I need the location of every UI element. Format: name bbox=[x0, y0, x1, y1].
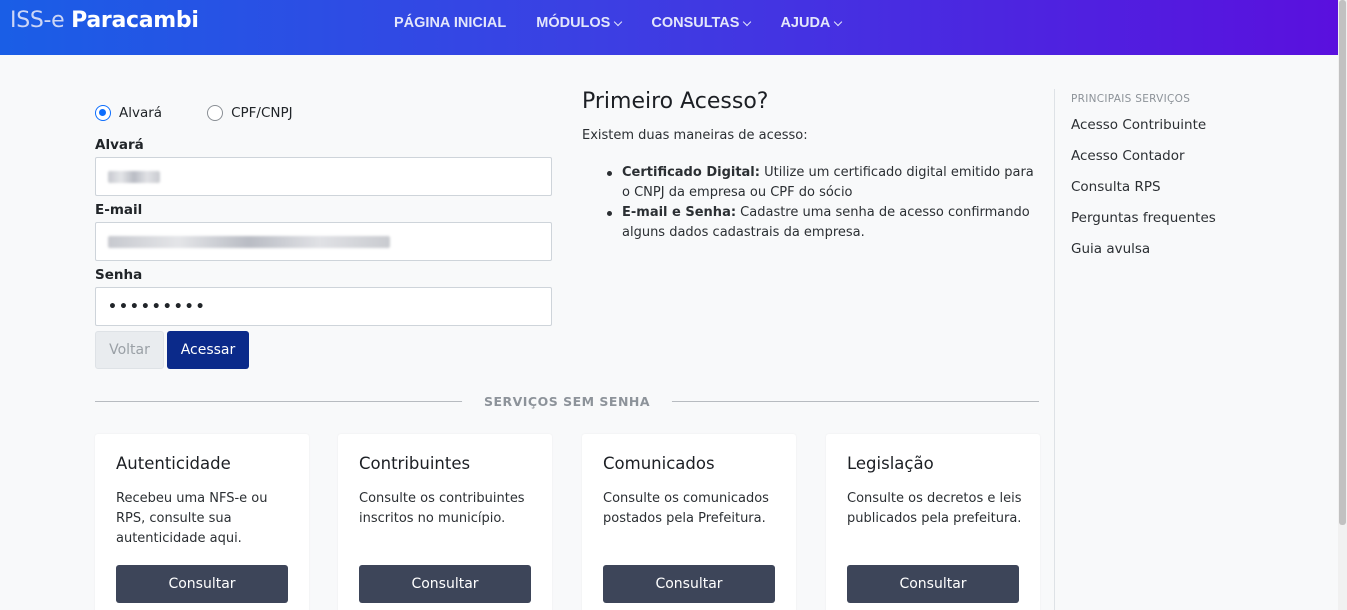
email-label: E-mail bbox=[95, 202, 143, 218]
card-title: Autenticidade bbox=[116, 454, 231, 473]
consultar-autenticidade-button[interactable]: Consultar bbox=[116, 565, 288, 603]
consultar-contribuintes-button[interactable]: Consultar bbox=[359, 565, 531, 603]
chevron-down-icon bbox=[834, 17, 843, 26]
primeiro-acesso-title: Primeiro Acesso? bbox=[582, 89, 769, 114]
main-nav: PÁGINA INICIAL MÓDULOS CONSULTAS AJUDA bbox=[394, 15, 871, 31]
card-legislacao: Legislação Consulte os decretos e leis p… bbox=[826, 434, 1040, 610]
brand-prefix: ISS-e bbox=[10, 8, 65, 33]
password-mask: ••••••••• bbox=[108, 298, 207, 315]
voltar-button[interactable]: Voltar bbox=[95, 331, 164, 369]
services-sidebar: PRINCIPAIS SERVIÇOS Acesso Contribuinte … bbox=[1054, 89, 1338, 610]
nav-label: CONSULTAS bbox=[651, 15, 740, 31]
sidebar-item-acesso-contribuinte[interactable]: Acesso Contribuinte bbox=[1071, 117, 1338, 136]
card-text: Consulte os decretos e leis publicados p… bbox=[847, 491, 1022, 526]
sidebar-title: PRINCIPAIS SERVIÇOS bbox=[1071, 93, 1191, 105]
radio-cpf-cnpj[interactable]: CPF/CNPJ bbox=[207, 105, 293, 121]
card-text: Consulte os comunicados postados pela Pr… bbox=[603, 491, 769, 526]
nav-modulos[interactable]: MÓDULOS bbox=[536, 15, 623, 31]
scrollbar-thumb[interactable] bbox=[1339, 0, 1346, 525]
top-navbar: ISS-e Paracambi PÁGINA INICIAL MÓDULOS C… bbox=[0, 0, 1338, 55]
primeiro-acesso-intro: Existem duas maneiras de acesso: bbox=[582, 128, 808, 143]
radio-checked-icon bbox=[95, 105, 111, 121]
sidebar-item-consulta-rps[interactable]: Consulta RPS bbox=[1071, 179, 1338, 198]
method-name: Certificado Digital: bbox=[622, 165, 760, 180]
email-input[interactable] bbox=[95, 222, 552, 261]
nav-ajuda[interactable]: AJUDA bbox=[780, 15, 843, 31]
consultar-comunicados-button[interactable]: Consultar bbox=[603, 565, 775, 603]
card-title: Legislação bbox=[847, 454, 934, 473]
access-methods-list: Certificado Digital: Utilize um certific… bbox=[604, 163, 1034, 243]
card-text: Recebeu uma NFS-e ou RPS, consulte sua a… bbox=[116, 491, 268, 546]
card-text: Consulte os contribuintes inscritos no m… bbox=[359, 491, 525, 526]
list-item: E-mail e Senha: Cadastre uma senha de ac… bbox=[604, 203, 1034, 243]
redacted-value bbox=[108, 170, 160, 183]
chevron-down-icon bbox=[614, 17, 623, 26]
list-item: Certificado Digital: Utilize um certific… bbox=[604, 163, 1034, 203]
radio-label: CPF/CNPJ bbox=[231, 105, 293, 121]
brand-logo[interactable]: ISS-e Paracambi bbox=[10, 8, 199, 33]
nav-label: MÓDULOS bbox=[536, 15, 611, 31]
method-name: E-mail e Senha: bbox=[622, 205, 737, 220]
card-title: Comunicados bbox=[603, 454, 715, 473]
acessar-button[interactable]: Acessar bbox=[167, 331, 249, 369]
section-divider-label: SERVIÇOS SEM SENHA bbox=[462, 388, 672, 414]
nav-label: PÁGINA INICIAL bbox=[394, 15, 507, 31]
senha-input[interactable]: ••••••••• bbox=[95, 287, 552, 326]
sidebar-item-guia-avulsa[interactable]: Guia avulsa bbox=[1071, 241, 1338, 260]
card-title: Contribuintes bbox=[359, 454, 471, 473]
card-contribuintes: Contribuintes Consulte os contribuintes … bbox=[338, 434, 552, 610]
radio-unchecked-icon bbox=[207, 105, 224, 121]
nav-label: AJUDA bbox=[780, 15, 831, 31]
consultar-legislacao-button[interactable]: Consultar bbox=[847, 565, 1019, 603]
brand-city: Paracambi bbox=[71, 8, 199, 33]
login-type-radios: Alvará CPF/CNPJ bbox=[95, 105, 338, 121]
alvara-label: Alvará bbox=[95, 137, 144, 153]
card-autenticidade: Autenticidade Recebeu uma NFS-e ou RPS, … bbox=[95, 434, 309, 610]
chevron-down-icon bbox=[743, 17, 752, 26]
page-scrollbar[interactable] bbox=[1338, 0, 1347, 610]
card-comunicados: Comunicados Consulte os comunicados post… bbox=[582, 434, 796, 610]
sidebar-item-perguntas-frequentes[interactable]: Perguntas frequentes bbox=[1071, 210, 1338, 229]
senha-label: Senha bbox=[95, 267, 143, 283]
radio-label: Alvará bbox=[119, 105, 163, 121]
sidebar-item-acesso-contador[interactable]: Acesso Contador bbox=[1071, 148, 1338, 167]
nav-pagina-inicial[interactable]: PÁGINA INICIAL bbox=[394, 15, 506, 31]
nav-consultas[interactable]: CONSULTAS bbox=[651, 15, 752, 31]
radio-alvara[interactable]: Alvará bbox=[95, 105, 162, 121]
alvara-input[interactable] bbox=[95, 157, 552, 196]
redacted-value bbox=[108, 235, 390, 248]
